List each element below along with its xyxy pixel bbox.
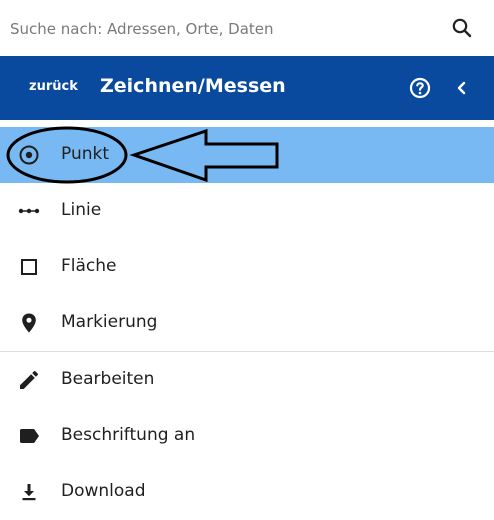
menu-item-label: Linie [61, 200, 102, 220]
panel-header: zurück Zeichnen/Messen [0, 56, 494, 120]
search-input[interactable] [8, 14, 432, 44]
download-icon [22, 484, 36, 501]
back-button[interactable]: zurück [29, 79, 78, 94]
search-bar [0, 0, 494, 57]
menu-item-label: Fläche [61, 256, 117, 276]
map-marker-icon [22, 313, 36, 333]
menu-item-label: Punkt [61, 144, 110, 164]
pencil-icon [20, 371, 38, 389]
menu-item-flaeche[interactable]: Fläche [0, 239, 494, 295]
square-outline-icon [21, 259, 37, 275]
menu-item-linie[interactable]: Linie [0, 183, 494, 239]
radio-point-icon [19, 145, 39, 165]
menu-item-label: Bearbeiten [61, 369, 155, 389]
menu-item-label: Download [61, 481, 146, 501]
menu-item-punkt[interactable]: Punkt [0, 127, 494, 183]
label-tag-icon [20, 429, 39, 443]
polyline-icon [18, 208, 40, 214]
chevron-left-icon[interactable] [450, 76, 474, 100]
menu-item-label: Beschriftung an [61, 425, 196, 445]
drawing-menu: Punkt Linie Fläche Markierung Bearbeiten [0, 127, 494, 520]
menu-item-beschriftung[interactable]: Beschriftung an [0, 408, 494, 464]
panel-title: Zeichnen/Messen [100, 75, 286, 97]
search-icon[interactable] [450, 16, 474, 40]
help-icon[interactable] [408, 76, 432, 100]
menu-item-bearbeiten[interactable]: Bearbeiten [0, 352, 494, 408]
menu-item-markierung[interactable]: Markierung [0, 295, 494, 351]
menu-item-label: Markierung [61, 312, 158, 332]
menu-item-download[interactable]: Download [0, 464, 494, 520]
